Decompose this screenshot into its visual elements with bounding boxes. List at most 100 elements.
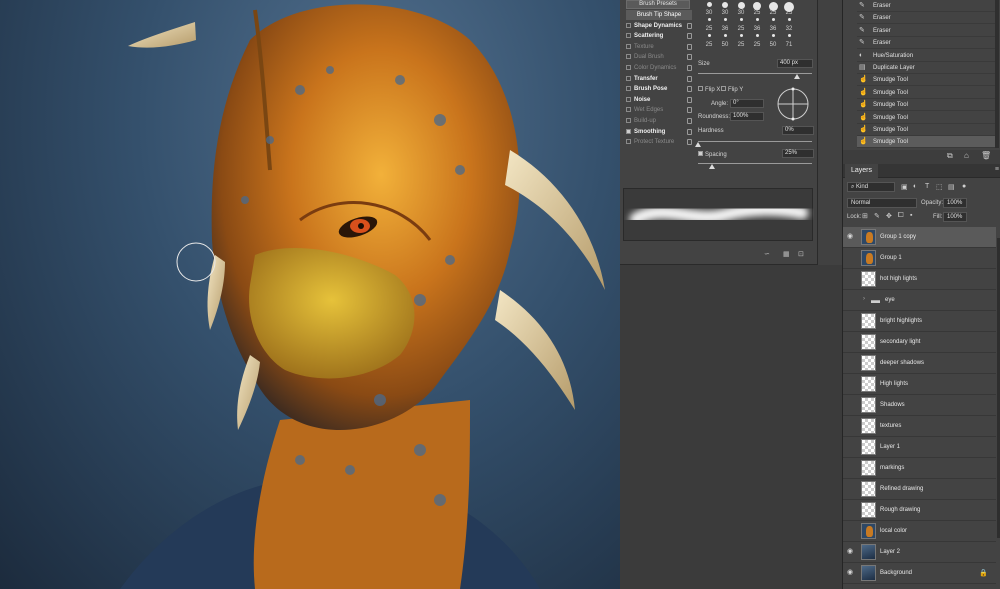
history-item[interactable]: ◐ Hue/Saturation (857, 50, 995, 62)
option-checkbox[interactable] (626, 86, 631, 92)
layer-name[interactable]: Layer 1 (880, 437, 900, 458)
layer-row[interactable]: textures (843, 416, 996, 437)
visibility-eye-icon[interactable] (847, 338, 855, 346)
flip-y-checkbox[interactable]: Flip Y (721, 86, 743, 93)
layer-filter-dropdown[interactable]: ⌕ Kind (847, 182, 895, 192)
visibility-eye-icon[interactable] (847, 359, 855, 367)
layer-name[interactable]: Background (880, 563, 912, 584)
layer-row[interactable]: ◉ Group 1 copy (843, 227, 996, 248)
history-item[interactable]: ☝ Smudge Tool (857, 74, 995, 87)
lock-icon[interactable] (687, 107, 692, 114)
option-checkbox[interactable] (626, 118, 631, 123)
layer-row[interactable]: › ▬ eye (843, 290, 996, 311)
history-item[interactable]: ☝ Smudge Tool (857, 87, 995, 99)
brush-tip-thumbnail[interactable] (739, 18, 743, 21)
brush-tip-thumbnail[interactable] (737, 2, 745, 9)
option-checkbox[interactable] (626, 107, 631, 113)
layer-row[interactable]: local color (843, 521, 996, 542)
visibility-eye-icon[interactable]: ◉ (847, 569, 855, 577)
brush-tip-thumbnail[interactable] (723, 18, 727, 21)
visibility-eye-icon[interactable] (847, 422, 855, 430)
brush-option-brush-tip-shape[interactable]: Brush Tip Shape (626, 10, 692, 20)
adjustment-filter-icon[interactable]: ◐ (913, 183, 917, 190)
layer-row[interactable]: deeper shadows (843, 353, 996, 374)
brush-tip-thumbnail[interactable] (784, 2, 794, 12)
lock-icon[interactable] (687, 96, 692, 103)
brush-tip-thumbnail[interactable] (723, 34, 727, 37)
size-field[interactable]: 400 px (777, 59, 813, 68)
layer-name[interactable]: textures (880, 416, 901, 437)
layer-row[interactable]: secondary light (843, 332, 996, 353)
visibility-eye-icon[interactable] (847, 527, 855, 535)
hardness-slider[interactable] (698, 141, 812, 142)
brush-presets-button[interactable]: Brush Presets (626, 0, 690, 9)
option-checkbox[interactable] (626, 75, 631, 81)
lock-icon[interactable] (687, 128, 692, 135)
option-checkbox[interactable] (626, 43, 631, 49)
spacing-slider-thumb[interactable] (709, 164, 715, 169)
lock-position-icon[interactable]: ✥ (886, 212, 892, 220)
brush-option-brush-pose[interactable]: Brush Pose (626, 84, 692, 94)
layer-row[interactable]: bright highlights (843, 311, 996, 332)
brush-tip-size[interactable]: 25 (735, 40, 747, 50)
layer-row[interactable]: markings (843, 458, 996, 479)
brush-option-scattering[interactable]: Scattering (626, 31, 692, 41)
angle-roundness-widget[interactable] (775, 86, 811, 122)
visibility-eye-icon[interactable] (847, 506, 855, 514)
layer-row[interactable]: hot high lights (843, 269, 996, 290)
layer-row[interactable]: Layer 1 (843, 437, 996, 458)
brush-tip-size[interactable]: 30 (719, 8, 731, 18)
brush-tip-size[interactable]: 36 (751, 24, 763, 34)
lock-icon[interactable] (687, 118, 692, 124)
brush-option-protect-texture[interactable]: Protect Texture (626, 137, 692, 147)
visibility-eye-icon[interactable] (847, 254, 855, 262)
brush-tip-size[interactable]: 25 (703, 40, 715, 50)
history-item[interactable]: ✎ Eraser (857, 25, 995, 37)
layer-name[interactable]: eye (885, 290, 895, 311)
brush-tip-size[interactable]: 50 (719, 40, 731, 50)
brush-option-build-up[interactable]: Build-up (626, 116, 692, 126)
panel-grid-icon[interactable]: ▦ (783, 250, 790, 258)
layer-name[interactable]: Rough drawing (880, 500, 920, 521)
brush-option-transfer[interactable]: Transfer (626, 74, 692, 84)
lock-icon[interactable] (687, 65, 692, 71)
layer-row[interactable]: High lights (843, 374, 996, 395)
lock-icon[interactable] (687, 54, 692, 61)
visibility-eye-icon[interactable]: ◉ (847, 233, 855, 241)
layer-row[interactable]: Refined drawing (843, 479, 996, 500)
layer-row[interactable]: ◉ Background 🔒 (843, 563, 996, 584)
option-checkbox[interactable] (626, 128, 631, 134)
brush-tip-thumbnail[interactable] (753, 2, 761, 10)
spacing-slider[interactable] (698, 163, 812, 164)
layer-row[interactable]: Group 1 (843, 248, 996, 269)
brush-tip-thumbnail[interactable] (755, 18, 759, 21)
layer-row[interactable]: ◉ Layer 2 (843, 542, 996, 563)
layer-name[interactable]: High lights (880, 374, 908, 395)
option-checkbox[interactable] (626, 54, 631, 60)
lock-transparent-icon[interactable]: ⊞ (862, 212, 868, 220)
lock-image-icon[interactable]: ✎ (874, 212, 880, 220)
hardness-slider-thumb[interactable] (695, 142, 701, 147)
layer-name[interactable]: deeper shadows (880, 353, 924, 374)
brush-brush-icon[interactable]: ∽ (764, 250, 770, 258)
brush-tip-grid[interactable]: 30 30 30 25 25 25 25 36 25 36 36 32 25 50 25 25 50 71 (697, 0, 812, 55)
brush-option-color-dynamics[interactable]: Color Dynamics (626, 63, 692, 73)
history-camera-icon[interactable]: ⌂ (964, 151, 969, 160)
layer-row[interactable]: Shadows (843, 395, 996, 416)
hardness-field[interactable]: 0% (782, 126, 814, 135)
history-item[interactable]: ☝ Smudge Tool (857, 136, 995, 149)
brush-tip-size[interactable]: 30 (703, 8, 715, 18)
option-checkbox[interactable] (626, 22, 631, 28)
visibility-eye-icon[interactable] (847, 380, 855, 388)
brush-tip-thumbnail[interactable] (771, 34, 775, 37)
layer-name[interactable]: Group 1 (880, 248, 902, 269)
option-checkbox[interactable] (626, 139, 631, 145)
layer-name[interactable]: Layer 2 (880, 542, 900, 563)
brush-tip-thumbnail[interactable] (787, 18, 791, 21)
brush-option-smoothing[interactable]: Smoothing (626, 127, 692, 137)
layer-name[interactable]: hot high lights (880, 269, 917, 290)
brush-tip-thumbnail[interactable] (768, 2, 778, 11)
document-canvas[interactable] (0, 0, 620, 589)
layer-name[interactable]: Shadows (880, 395, 905, 416)
new-brush-icon[interactable]: ⊡ (798, 250, 804, 258)
